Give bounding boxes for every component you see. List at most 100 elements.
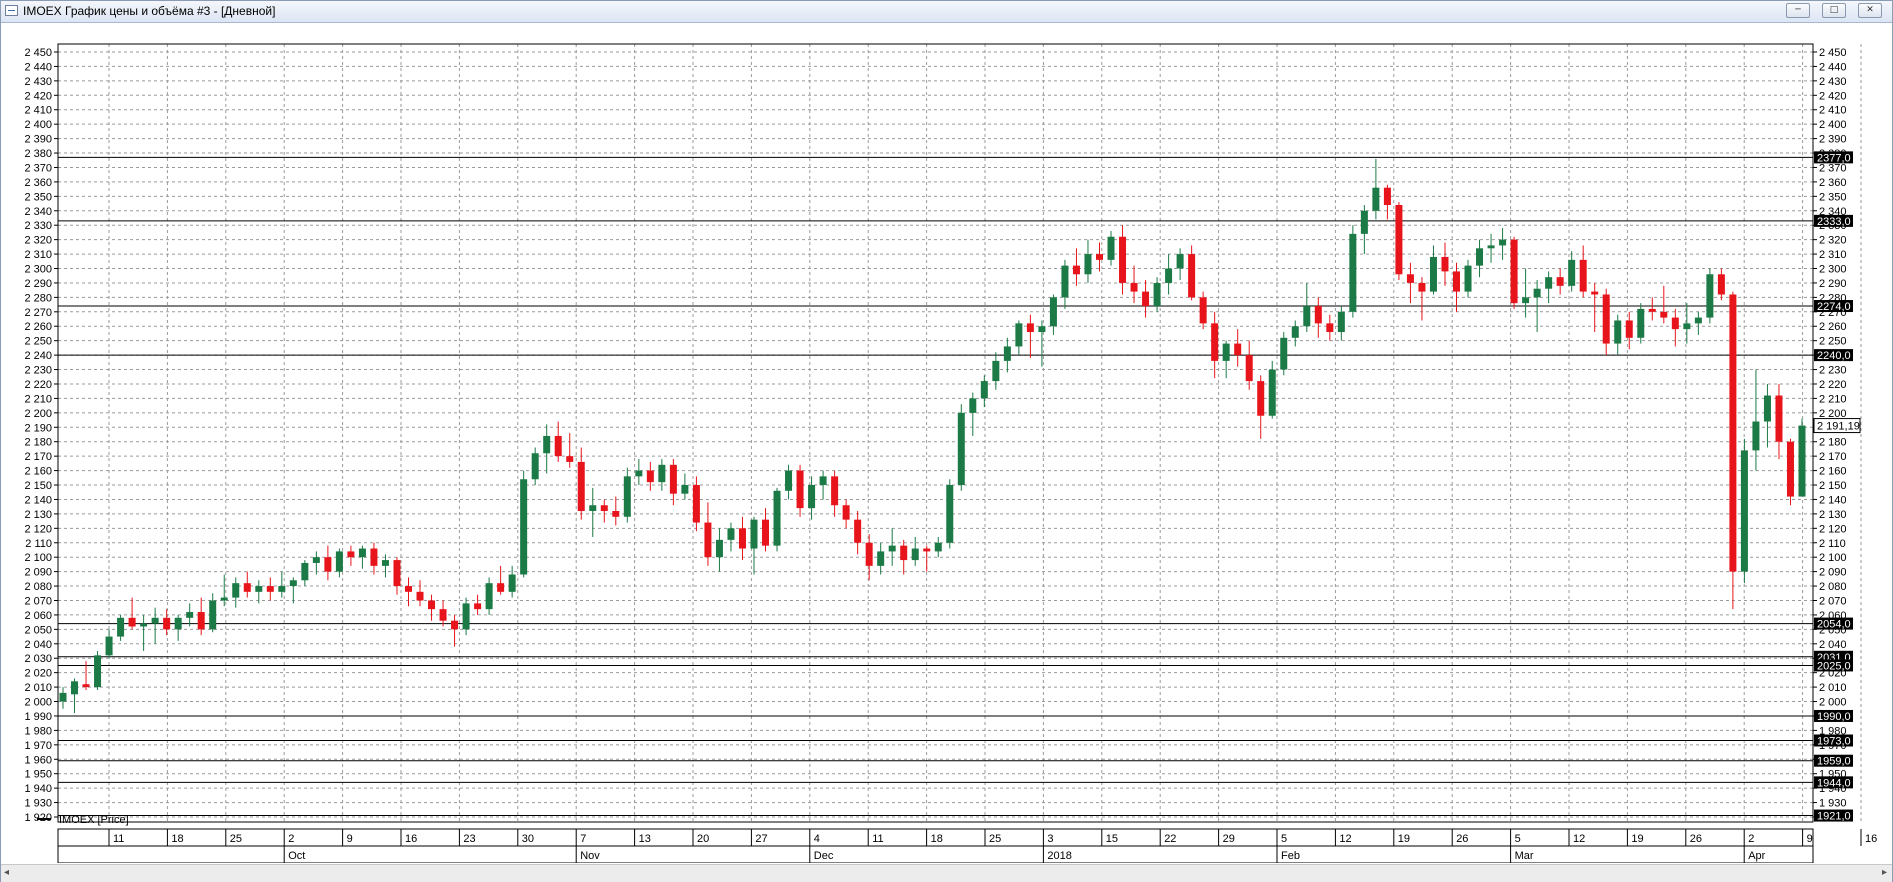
window-title: IMOEX График цены и объёма #3 - [Дневной… xyxy=(23,4,276,18)
candle xyxy=(1717,268,1725,301)
time-axis[interactable]: 11 18 25 2 9 16 23 30 7 13 20 27 4 11 18 25 3 15 22 29 5 12 19… xyxy=(57,828,1877,863)
x-tick-label: 30 xyxy=(522,833,534,845)
y-tick-label: 2 020 xyxy=(24,668,52,680)
candle xyxy=(738,516,746,561)
candle xyxy=(854,511,862,555)
candle-body xyxy=(1602,294,1610,344)
scroll-right-arrow-icon[interactable]: ▸ xyxy=(1882,867,1887,878)
candle-body xyxy=(474,603,482,610)
candle-body xyxy=(243,583,251,592)
close-button[interactable]: ✕ xyxy=(1858,3,1882,18)
x-tick-label: 23 xyxy=(463,833,475,845)
candle-body xyxy=(1383,187,1391,205)
candle-body xyxy=(969,398,977,413)
candle xyxy=(957,404,965,491)
candle xyxy=(589,487,597,537)
candle-body xyxy=(669,464,677,494)
candle-body xyxy=(1165,268,1173,283)
candle xyxy=(831,470,839,517)
y-tick-label: 2 160 xyxy=(1819,466,1847,478)
candle xyxy=(140,614,148,652)
candle xyxy=(808,476,816,520)
minimize-button[interactable]: ─ xyxy=(1786,3,1810,18)
candle-body xyxy=(646,470,654,483)
x-tick-label: 18 xyxy=(931,833,943,845)
candle-body xyxy=(785,470,793,491)
x-tick-label: 12 xyxy=(1339,833,1351,845)
y-tick-label: 2 330 xyxy=(24,220,52,232)
y-tick-label: 2 290 xyxy=(1819,278,1847,290)
candle-body xyxy=(1003,346,1011,361)
y-tick-label: 2 190 xyxy=(24,422,52,434)
y-tick-label: 2 200 xyxy=(24,408,52,420)
horizontal-scrollbar[interactable]: ◂ ▸ xyxy=(1,864,1892,882)
candle-body xyxy=(1522,297,1530,304)
candle xyxy=(439,600,447,627)
candle xyxy=(301,560,309,587)
candle-body xyxy=(1464,265,1472,292)
candle xyxy=(704,502,712,566)
candle xyxy=(1142,280,1150,318)
candle xyxy=(1015,320,1023,356)
candle-body xyxy=(1648,308,1656,312)
candle-body xyxy=(451,620,459,630)
candle xyxy=(1257,375,1265,439)
x-tick-label: 2 xyxy=(1748,833,1754,845)
y-tick-label: 2 410 xyxy=(1819,105,1847,117)
candle-body xyxy=(1038,326,1046,333)
title-bar[interactable]: IMOEX График цены и объёма #3 - [Дневной… xyxy=(1,1,1892,23)
candle xyxy=(623,467,631,523)
candle xyxy=(1453,262,1461,312)
month-label: Oct xyxy=(288,850,305,862)
candle-body xyxy=(358,548,366,558)
candle xyxy=(266,577,274,601)
candle xyxy=(1245,340,1253,390)
scroll-left-arrow-icon[interactable]: ◂ xyxy=(4,867,9,878)
candle-body xyxy=(1637,308,1645,338)
x-tick-label: 3 xyxy=(1047,833,1053,845)
candle xyxy=(1625,311,1633,350)
candle xyxy=(1003,337,1011,373)
y-tick-label: 2 290 xyxy=(24,278,52,290)
candle-body xyxy=(416,591,424,601)
x-tick-label: 19 xyxy=(1398,833,1410,845)
y-tick-label: 2 180 xyxy=(1819,437,1847,449)
y-tick-label: 2 010 xyxy=(1819,682,1847,694)
y-tick-label: 2 230 xyxy=(24,365,52,377)
candle xyxy=(669,459,677,506)
candle xyxy=(1752,369,1760,471)
candle-body xyxy=(1372,187,1380,211)
candle xyxy=(1280,332,1288,376)
price-level-tag-label: 1921,0 xyxy=(1817,811,1851,823)
y-tick-label: 2 420 xyxy=(24,90,52,102)
y-tick-label: 2 240 xyxy=(24,350,52,362)
candle xyxy=(1786,438,1794,506)
candle-body xyxy=(1072,265,1080,275)
price-chart[interactable]: 1 9201 9301 9401 9501 9601 9701 9801 990… xyxy=(1,23,1892,863)
candle xyxy=(992,352,1000,390)
candle xyxy=(681,473,689,500)
candle xyxy=(1337,306,1345,341)
x-tick-label: 18 xyxy=(171,833,183,845)
y-tick-label: 1 940 xyxy=(24,783,52,795)
candle-body xyxy=(635,470,643,477)
x-tick-label: 7 xyxy=(580,833,586,845)
last-price-label: 2 191,19 xyxy=(1817,421,1860,433)
x-tick-label: 20 xyxy=(697,833,709,845)
y-tick-label: 2 180 xyxy=(24,437,52,449)
x-tick-label: 27 xyxy=(755,833,767,845)
y-tick-label: 2 040 xyxy=(24,639,52,651)
right-price-axis[interactable]: 1 9201 9301 9401 9501 9601 9701 9801 990… xyxy=(1813,47,1861,824)
x-tick-label: 25 xyxy=(230,833,242,845)
maximize-button[interactable]: □ xyxy=(1822,3,1846,18)
x-tick-label: 9 xyxy=(347,833,353,845)
y-tick-label: 2 130 xyxy=(24,509,52,521)
y-tick-label: 2 300 xyxy=(1819,264,1847,276)
candle xyxy=(151,607,159,644)
y-tick-label: 2 280 xyxy=(24,292,52,304)
y-tick-label: 2 320 xyxy=(1819,235,1847,247)
candle xyxy=(128,597,136,630)
price-level-tag-label: 2333,0 xyxy=(1817,216,1851,228)
candle-body xyxy=(554,435,562,457)
candle-body xyxy=(289,580,297,587)
